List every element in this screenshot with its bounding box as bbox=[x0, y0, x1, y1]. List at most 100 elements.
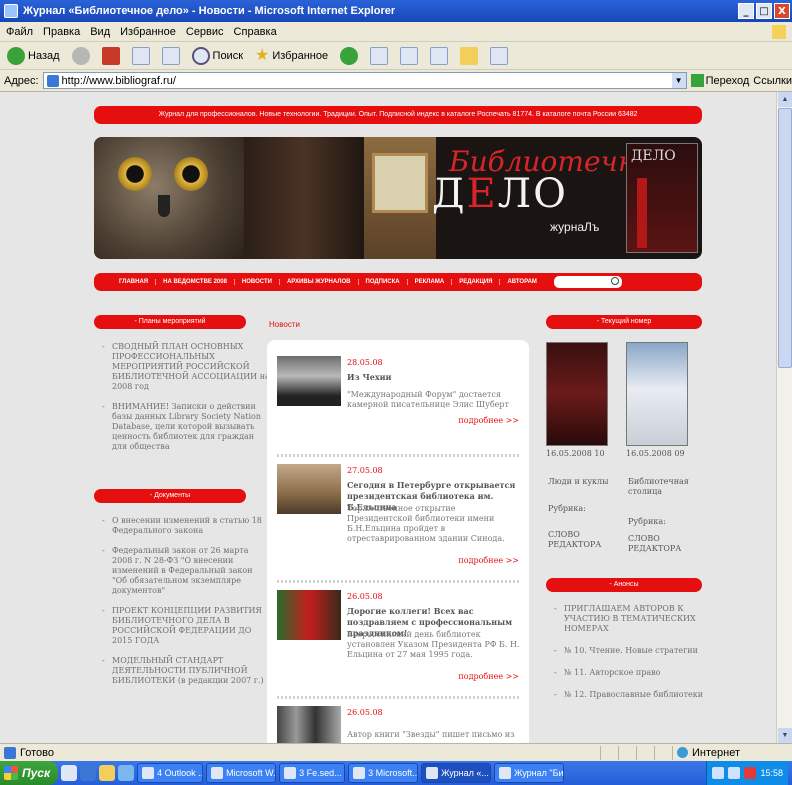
list-item[interactable]: № 12. Православные библиотеки bbox=[552, 690, 708, 700]
security-zone: Интернет bbox=[672, 745, 792, 760]
list-item[interactable]: ПРИГЛАШАЕМ АВТОРОВ К УЧАСТИЮ В ТЕМАТИЧЕС… bbox=[552, 604, 708, 634]
start-button[interactable]: Пуск bbox=[0, 761, 59, 785]
news-thumbnail[interactable] bbox=[277, 590, 341, 640]
taskbar-item[interactable]: 3 Microsoft... bbox=[348, 763, 419, 783]
mail-button[interactable] bbox=[397, 45, 421, 67]
list-item[interactable]: О внесении изменений в статью 18 Федерал… bbox=[100, 516, 270, 536]
close-button[interactable]: X bbox=[774, 3, 790, 19]
issue-cover-image[interactable] bbox=[626, 342, 688, 446]
messenger-icon bbox=[490, 46, 509, 65]
issue-card[interactable]: 16.05.2008 10 bbox=[546, 342, 608, 458]
list-item[interactable]: № 11. Авторское право bbox=[552, 668, 708, 678]
address-dropdown-icon[interactable]: ▼ bbox=[671, 73, 686, 88]
print-button[interactable] bbox=[427, 45, 451, 67]
breadcrumb[interactable]: Новости bbox=[269, 320, 300, 329]
rubric-name[interactable]: СЛОВО РЕДАКТОРА bbox=[548, 530, 618, 550]
back-button[interactable]: Назад bbox=[4, 45, 63, 67]
home-icon bbox=[161, 46, 180, 65]
news-thumbnail[interactable] bbox=[277, 356, 341, 406]
favorites-button[interactable]: ★ Избранное bbox=[252, 45, 331, 67]
search-icon[interactable] bbox=[610, 277, 619, 285]
taskbar-item[interactable]: 3 Fe.sed... bbox=[279, 763, 346, 783]
quicklaunch-media-icon[interactable] bbox=[118, 765, 135, 781]
nav-advertising[interactable]: РЕКЛАМА bbox=[408, 279, 453, 285]
minimize-button[interactable]: _ bbox=[738, 3, 754, 19]
forward-button[interactable] bbox=[69, 45, 93, 67]
menu-view[interactable]: Вид bbox=[90, 26, 110, 38]
taskbar-item[interactable]: 4 Outlook ... bbox=[137, 763, 204, 783]
read-more-link[interactable]: подробнее >> bbox=[458, 672, 519, 681]
clock-image bbox=[364, 137, 436, 259]
list-item[interactable]: МОДЕЛЬНЫЙ СТАНДАРТ ДЕЯТЕЛЬНОСТИ ПУБЛИЧНО… bbox=[100, 656, 270, 686]
nav-home[interactable]: ГЛАВНАЯ bbox=[112, 279, 157, 285]
list-item[interactable]: ПРОЕКТ КОНЦЕПЦИИ РАЗВИТИЯ БИБЛИОТЕЧНОГО … bbox=[100, 606, 270, 646]
links-button[interactable]: Ссылки bbox=[753, 75, 792, 87]
history-button[interactable] bbox=[367, 45, 391, 67]
list-item[interactable]: ВНИМАНИЕ! Записки о действии базы данных… bbox=[100, 402, 270, 452]
rubric-label: Рубрика: bbox=[628, 517, 666, 526]
word-icon bbox=[211, 767, 224, 779]
issue-cover-image[interactable] bbox=[546, 342, 608, 446]
tray-volume-icon[interactable] bbox=[728, 767, 741, 779]
tray-network-icon[interactable] bbox=[712, 767, 725, 779]
tray-antivirus-icon[interactable] bbox=[744, 767, 757, 779]
media-button[interactable] bbox=[337, 45, 361, 67]
window-title: Журнал «Библиотечное дело» - Новости - M… bbox=[23, 5, 396, 17]
quicklaunch-ie-icon[interactable] bbox=[80, 765, 97, 781]
news-thumbnail[interactable] bbox=[277, 706, 341, 743]
menu-tools[interactable]: Сервис bbox=[186, 26, 224, 38]
star-icon: ★ bbox=[255, 46, 270, 64]
menu-file[interactable]: Файл bbox=[6, 26, 33, 38]
quicklaunch-folder-icon[interactable] bbox=[99, 765, 116, 781]
refresh-icon bbox=[131, 46, 150, 65]
list-item[interactable]: № 10. Чтение. Новые стратегии bbox=[552, 646, 708, 656]
scroll-down-icon[interactable]: ▼ bbox=[778, 728, 792, 743]
issue-article-title[interactable]: Люди и куклы bbox=[548, 477, 618, 487]
news-date: 27.05.08 bbox=[347, 466, 383, 475]
address-input[interactable]: http://www.bibliograf.ru/ ▼ bbox=[42, 72, 687, 89]
go-arrow-icon bbox=[690, 74, 704, 87]
list-item[interactable]: СВОДНЫЙ ПЛАН ОСНОВНЫХ ПРОФЕССИОНАЛЬНЫХ М… bbox=[100, 342, 270, 392]
taskbar-item[interactable]: Журнал "Би... bbox=[494, 763, 565, 783]
zone-label: Интернет bbox=[692, 746, 740, 759]
news-title[interactable]: Из Чехии bbox=[347, 372, 521, 383]
nav-subscribe[interactable]: ПОДПИСКА bbox=[359, 279, 408, 285]
scroll-up-icon[interactable]: ▲ bbox=[778, 92, 792, 107]
nav-news[interactable]: НОВОСТИ bbox=[235, 279, 280, 285]
issue-article-title[interactable]: Библиотечная столица bbox=[628, 477, 698, 497]
search-button[interactable]: Поиск bbox=[189, 45, 246, 67]
menu-favorites[interactable]: Избранное bbox=[120, 26, 176, 38]
scroll-thumb[interactable] bbox=[778, 108, 792, 368]
go-button[interactable]: Переход bbox=[690, 74, 749, 87]
read-more-link[interactable]: подробнее >> bbox=[458, 556, 519, 565]
site-search-input[interactable] bbox=[553, 276, 622, 288]
task-label: 3 Fe.sed... bbox=[299, 768, 342, 778]
maximize-button[interactable]: □ bbox=[756, 3, 772, 19]
quicklaunch-desktop-icon[interactable] bbox=[61, 765, 78, 781]
messenger-button[interactable] bbox=[487, 45, 511, 67]
site-banner[interactable]: Библиотечное ДЕЛО журнаЛъ ДЕЛО bbox=[94, 137, 702, 259]
issue-card[interactable]: 16.05.2008 09 bbox=[626, 342, 688, 458]
refresh-button[interactable] bbox=[129, 45, 153, 67]
news-thumbnail[interactable] bbox=[277, 464, 341, 514]
folder-button[interactable] bbox=[457, 45, 481, 67]
banner-title-part1: Д bbox=[432, 171, 467, 217]
menu-help[interactable]: Справка bbox=[234, 26, 277, 38]
taskbar-item-active[interactable]: Журнал «... bbox=[421, 763, 492, 783]
menu-bar: Файл Правка Вид Избранное Сервис Справка bbox=[0, 22, 792, 42]
nav-editorial[interactable]: РЕДАКЦИЯ bbox=[452, 279, 501, 285]
home-button[interactable] bbox=[159, 45, 183, 67]
vertical-scrollbar[interactable]: ▲ ▼ bbox=[776, 92, 792, 743]
nav-archive[interactable]: АРХИВЫ ЖУРНАЛОВ bbox=[280, 279, 359, 285]
nav-department[interactable]: НА ВЕДОМСТВЕ 2008 bbox=[156, 279, 235, 285]
nav-authors[interactable]: АВТОРАМ bbox=[500, 279, 543, 285]
tray-clock[interactable]: 15:58 bbox=[760, 768, 783, 778]
list-item[interactable]: Федеральный закон от 26 марта 2008 г. N … bbox=[100, 546, 270, 596]
banner-title-main: ДЕЛО bbox=[432, 171, 568, 217]
taskbar-item[interactable]: Microsoft W... bbox=[206, 763, 277, 783]
stop-button[interactable] bbox=[99, 45, 123, 67]
clock-face bbox=[372, 153, 428, 213]
menu-edit[interactable]: Правка bbox=[43, 26, 80, 38]
rubric-name[interactable]: СЛОВО РЕДАКТОРА bbox=[628, 534, 698, 554]
read-more-link[interactable]: подробнее >> bbox=[458, 416, 519, 425]
